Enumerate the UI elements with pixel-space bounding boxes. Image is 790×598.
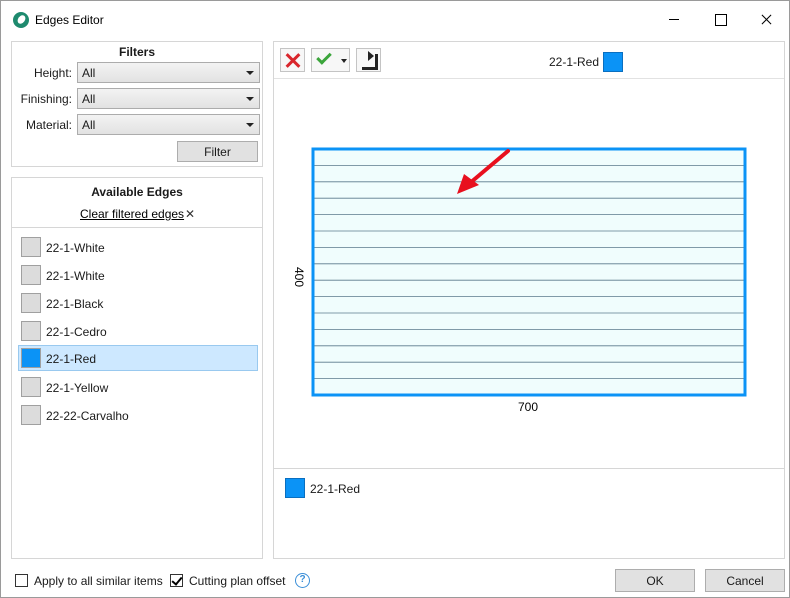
edge-item-label: 22-22-Carvalho — [46, 409, 129, 423]
legend-color-swatch — [285, 478, 305, 498]
edge-item[interactable]: 22-1-Cedro — [18, 318, 258, 344]
close-button[interactable] — [743, 1, 789, 35]
filter-button[interactable]: Filter — [177, 141, 258, 162]
edge-item[interactable]: 22-1-White — [18, 234, 258, 260]
current-edge-label: 22-1-Red — [549, 55, 600, 69]
panel-drawing-canvas[interactable]: 700 400 — [274, 79, 784, 468]
edge-color-swatch — [21, 405, 41, 425]
edge-color-swatch — [21, 348, 41, 368]
edge-item-label: 22-1-Cedro — [46, 325, 107, 339]
window-title: Edges Editor — [35, 13, 104, 27]
edge-item-label: 22-1-Black — [46, 297, 104, 311]
available-edges-title: Available Edges — [91, 185, 183, 199]
green-check-icon — [316, 49, 332, 65]
edge-color-swatch — [21, 293, 41, 313]
edge-color-swatch — [21, 377, 41, 397]
rotate-corner-button[interactable] — [356, 48, 381, 72]
edge-item-label: 22-1-White — [46, 269, 105, 283]
cutting-plan-offset-label: Cutting plan offset — [189, 574, 286, 588]
edge-color-swatch — [21, 321, 41, 341]
ok-button[interactable]: OK — [615, 569, 695, 592]
height-label: Height: — [33, 66, 72, 80]
material-select-value: All — [82, 118, 96, 132]
maximize-button[interactable] — [697, 1, 743, 35]
height-select[interactable]: All — [77, 62, 260, 83]
title-bar: Edges Editor — [1, 1, 789, 37]
edge-item[interactable]: 22-1-White — [18, 262, 258, 288]
clear-filtered-edges-link[interactable]: Clear filtered edges — [80, 207, 184, 221]
finishing-select-value: All — [82, 92, 96, 106]
material-label: Material: — [25, 118, 72, 132]
edge-item[interactable]: 22-1-Black — [18, 290, 258, 316]
available-edges-panel: Available Edges Clear filtered edges ✕ 2… — [11, 177, 263, 559]
chevron-down-icon — [246, 97, 254, 101]
help-icon[interactable]: ? — [295, 573, 310, 588]
minimize-button[interactable] — [651, 1, 697, 35]
legend-label: 22-1-Red — [310, 482, 361, 496]
edge-item-label: 22-1-White — [46, 241, 105, 255]
edge-item[interactable]: 22-1-Yellow — [18, 374, 258, 400]
edge-item-selected[interactable]: 22-1-Red — [18, 345, 258, 371]
chevron-down-icon — [246, 71, 254, 75]
cancel-button[interactable]: Cancel — [705, 569, 785, 592]
filters-panel: Filters Height: All Finishing: All Mater… — [11, 41, 263, 167]
height-dimension-label: 400 — [292, 267, 306, 287]
panel-rectangle — [313, 149, 745, 395]
edge-color-swatch — [21, 237, 41, 257]
edge-color-swatch — [21, 265, 41, 285]
width-dimension-label: 700 — [518, 400, 538, 414]
legend-divider — [274, 468, 784, 469]
edge-item[interactable]: 22-22-Carvalho — [18, 402, 258, 428]
finishing-label: Finishing: — [20, 92, 72, 106]
current-edge-swatch — [603, 52, 623, 72]
chevron-down-icon — [246, 123, 254, 127]
edges-editor-window: Edges Editor Filters Height: All Finishi… — [0, 0, 790, 598]
clear-x-icon[interactable]: ✕ — [185, 207, 195, 221]
apply-edge-dropdown-button[interactable] — [311, 48, 350, 72]
material-select[interactable]: All — [77, 114, 260, 135]
filters-title: Filters — [118, 45, 155, 59]
edge-item-label: 22-1-Yellow — [46, 381, 109, 395]
divider — [12, 227, 262, 228]
app-logo-icon — [13, 12, 29, 28]
remove-edge-button[interactable] — [280, 48, 305, 72]
edge-preview-panel: 22-1-Red 700 400 22-1-Red — [273, 41, 785, 559]
finishing-select[interactable]: All — [77, 88, 260, 109]
apply-to-all-label: Apply to all similar items — [34, 574, 163, 588]
chevron-down-icon — [341, 59, 347, 63]
cutting-plan-offset-checkbox[interactable] — [170, 574, 183, 587]
panel-grain-lines — [311, 147, 747, 397]
height-select-value: All — [82, 66, 96, 80]
panel-drawing-svg: 700 400 — [292, 147, 747, 414]
edge-item-label: 22-1-Red — [46, 352, 97, 366]
apply-to-all-checkbox[interactable] — [15, 574, 28, 587]
